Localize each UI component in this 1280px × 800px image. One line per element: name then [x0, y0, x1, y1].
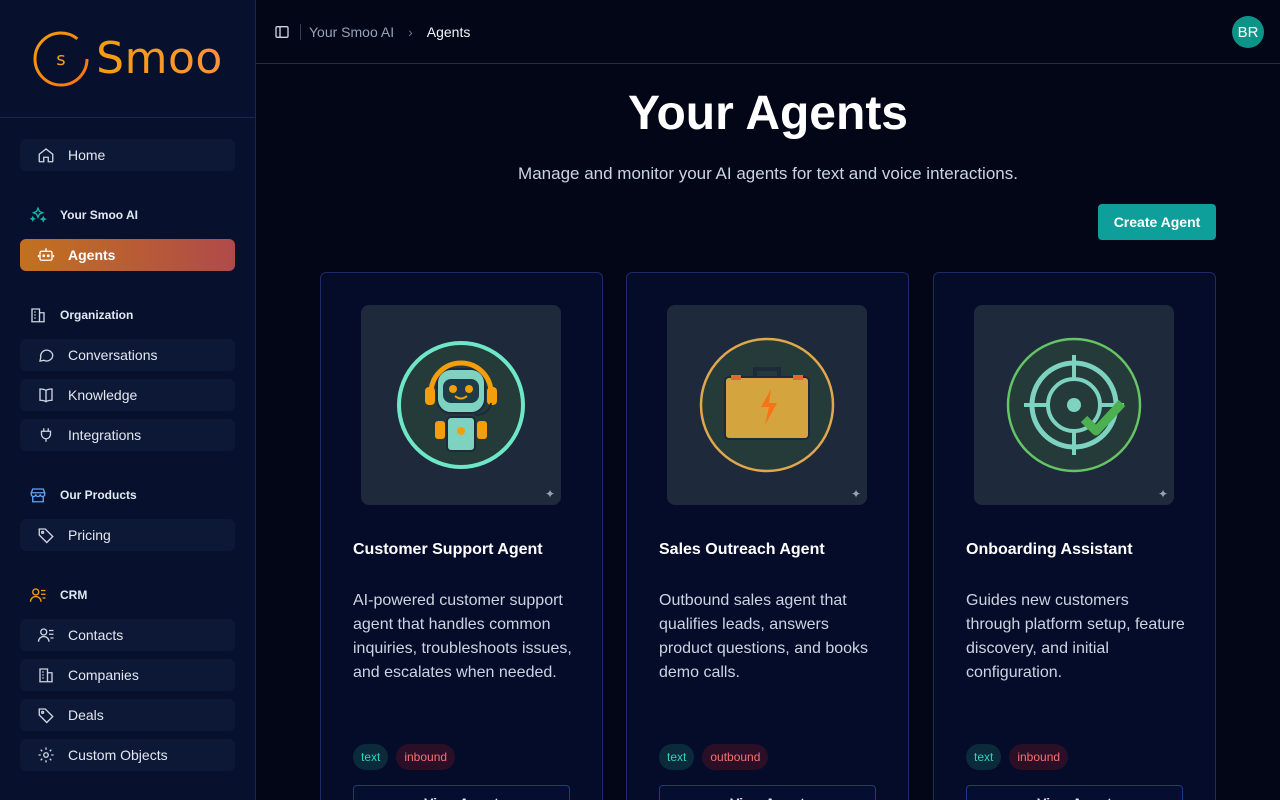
tag-direction: outbound: [702, 744, 769, 770]
breadcrumb-your-smoo-ai[interactable]: Your Smoo AI: [309, 24, 394, 40]
sidebar-item-contacts[interactable]: Contacts: [20, 619, 235, 651]
create-agent-button[interactable]: Create Agent: [1098, 204, 1216, 240]
section-label: Your Smoo AI: [60, 208, 138, 222]
agent-tags: text outbound: [659, 744, 769, 770]
store-icon: [28, 485, 48, 505]
agent-card[interactable]: ✦ Sales Outreach Agent Outbound sales ag…: [626, 272, 909, 800]
sidebar-item-label: Conversations: [68, 347, 158, 363]
building-icon: [36, 665, 56, 685]
tag-direction: inbound: [396, 744, 456, 770]
agent-description: AI-powered customer support agent that h…: [353, 592, 572, 681]
section-our-products: Our Products: [20, 479, 235, 511]
sparkle-icon: ✦: [544, 487, 555, 501]
section-label: Organization: [60, 308, 134, 322]
sidebar-item-conversations[interactable]: Conversations: [20, 339, 235, 371]
tag-text: text: [659, 744, 695, 770]
smoo-logo-icon: s: [33, 31, 89, 86]
contacts-icon: [36, 625, 56, 645]
logo-text: Smoo: [96, 33, 223, 84]
plug-icon: [36, 425, 56, 445]
agent-description: Guides new customers through platform se…: [966, 592, 1185, 681]
sidebar-item-knowledge[interactable]: Knowledge: [20, 379, 235, 411]
robot-headset-icon: [397, 341, 525, 469]
avatar[interactable]: BR: [1232, 16, 1264, 48]
section-label: CRM: [60, 588, 88, 602]
sidebar-item-label: Agents: [68, 247, 116, 263]
agent-name: Sales Outreach Agent: [659, 541, 825, 558]
gear-icon: [36, 745, 56, 765]
sidebar-item-label: Deals: [68, 707, 104, 723]
agent-name: Customer Support Agent: [353, 541, 543, 558]
sidebar-item-companies[interactable]: Companies: [20, 659, 235, 691]
home-icon: [36, 145, 56, 165]
page-subtitle: Manage and monitor your AI agents for te…: [518, 164, 1018, 183]
sidebar-item-integrations[interactable]: Integrations: [20, 419, 235, 451]
sidebar-toggle-icon[interactable]: [274, 24, 290, 40]
breadcrumb-agents: Agents: [426, 23, 471, 40]
topbar: Your Smoo AI › Agents BR: [256, 0, 1280, 64]
agent-tags: text inbound: [353, 744, 456, 770]
section-label: Our Products: [60, 488, 137, 502]
topbar-divider: [300, 23, 301, 40]
agent-description: Outbound sales agent that qualifies lead…: [659, 592, 869, 681]
briefcase-lightning-icon: [699, 337, 835, 473]
view-agent-button[interactable]: View Agent: [659, 785, 876, 800]
chevron-right-icon: ›: [408, 23, 413, 40]
sidebar-nav: Home Your Smoo AI Agents Organization Co…: [0, 118, 255, 771]
svg-text:s: s: [56, 49, 65, 70]
agent-card[interactable]: ✦ Onboarding Assistant Guides new custom…: [933, 272, 1216, 800]
users-icon: [28, 585, 48, 605]
sidebar-item-label: Custom Objects: [68, 747, 168, 763]
sidebar-item-label: Pricing: [68, 527, 111, 543]
book-icon: [36, 385, 56, 405]
agent-tags: text inbound: [966, 744, 1069, 770]
agent-name: Onboarding Assistant: [966, 541, 1133, 558]
sidebar-item-home[interactable]: Home: [20, 139, 235, 171]
sparkle-icon: ✦: [850, 487, 861, 501]
sidebar-item-custom-objects[interactable]: Custom Objects: [20, 739, 235, 771]
logo[interactable]: s Smoo: [0, 0, 255, 118]
sidebar-item-label: Companies: [68, 667, 139, 683]
sidebar-item-label: Integrations: [68, 427, 142, 443]
sidebar-item-label: Home: [68, 147, 106, 163]
chat-icon: [36, 345, 56, 365]
section-organization: Organization: [20, 299, 235, 331]
view-agent-button[interactable]: View Agent: [353, 785, 570, 800]
page-title: Your Agents: [627, 87, 908, 140]
robot-icon: [36, 245, 56, 265]
section-crm: CRM: [20, 579, 235, 611]
tag-icon: [36, 705, 56, 725]
sidebar-item-agents[interactable]: Agents: [20, 239, 235, 271]
agent-thumbnail: ✦: [361, 305, 561, 505]
section-your-smoo-ai: Your Smoo AI: [20, 199, 235, 231]
tag-icon: [36, 525, 56, 545]
sparkles-icon: [28, 205, 48, 225]
sparkle-icon: ✦: [1157, 487, 1168, 501]
breadcrumb: Your Smoo AI › Agents: [309, 24, 470, 40]
sidebar-item-label: Knowledge: [68, 387, 138, 403]
agent-thumbnail: ✦: [667, 305, 867, 505]
target-check-icon: [1006, 337, 1142, 473]
agent-card[interactable]: ✦ Customer Support Agent AI-powered cust…: [320, 272, 603, 800]
view-agent-button[interactable]: View Agent: [966, 785, 1183, 800]
tag-text: text: [966, 744, 1002, 770]
main-content: Your Agents Manage and monitor your AI a…: [256, 64, 1280, 800]
agent-thumbnail: ✦: [974, 305, 1174, 505]
sidebar-item-deals[interactable]: Deals: [20, 699, 235, 731]
building-icon: [28, 305, 48, 325]
sidebar-item-label: Contacts: [68, 627, 124, 643]
sidebar: s Smoo Home Your Smoo AI Agents Organiza…: [0, 0, 256, 800]
tag-text: text: [353, 744, 389, 770]
tag-direction: inbound: [1009, 744, 1069, 770]
sidebar-item-pricing[interactable]: Pricing: [20, 519, 235, 551]
